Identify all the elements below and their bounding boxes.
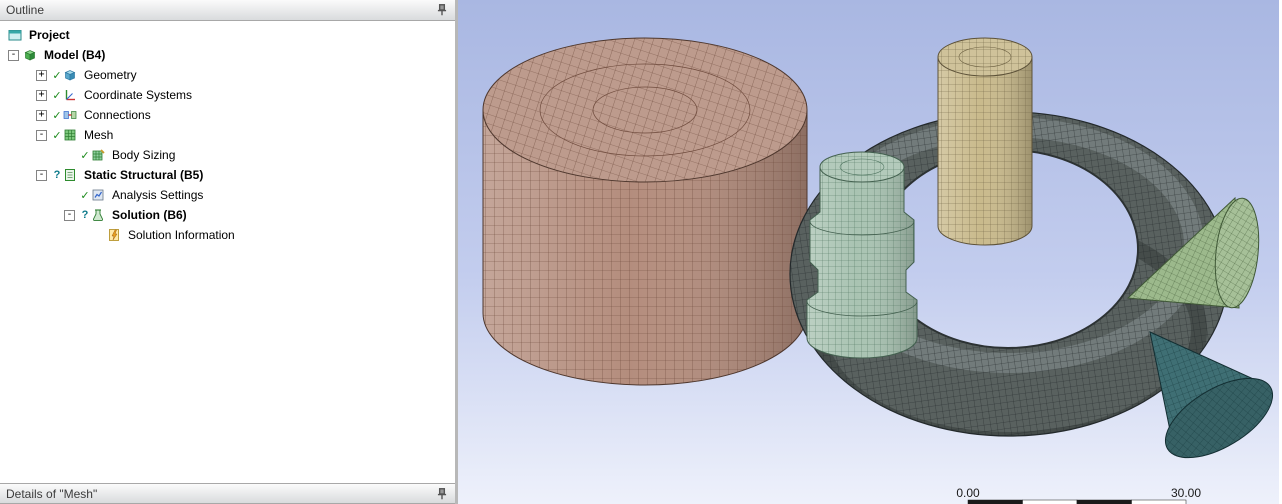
- pin-icon[interactable]: [435, 3, 449, 17]
- meshed-stepped-shaft-body[interactable]: [806, 151, 918, 359]
- tree-item-model[interactable]: - Model (B4): [0, 45, 455, 65]
- tree-item-coordinate-systems[interactable]: + ✓ Coordinate Systems: [0, 85, 455, 105]
- expand-icon[interactable]: +: [36, 109, 47, 121]
- project-icon: [8, 28, 23, 42]
- tree-item-solution[interactable]: - ? Solution (B6): [0, 205, 455, 225]
- coordinate-systems-icon: [63, 88, 78, 102]
- collapse-icon[interactable]: -: [64, 209, 75, 221]
- tree-item-mesh[interactable]: - ✓ Mesh: [0, 125, 455, 145]
- ruler-bar: [967, 499, 1187, 504]
- check-icon: ✓: [52, 89, 62, 102]
- geometry-icon: [63, 68, 78, 82]
- check-icon: ✓: [52, 109, 62, 122]
- collapse-icon[interactable]: -: [36, 169, 47, 181]
- check-icon: ✓: [52, 69, 62, 82]
- geometry-viewport[interactable]: 0.00 30.00: [458, 0, 1282, 504]
- mesh-icon: [63, 128, 78, 142]
- tree-item-static-structural[interactable]: - ? Static Structural (B5): [0, 165, 455, 185]
- connections-icon: [63, 108, 78, 122]
- tree-item-connections[interactable]: + ✓ Connections: [0, 105, 455, 125]
- pin-icon[interactable]: [435, 487, 449, 501]
- solution-icon: [91, 208, 106, 222]
- collapse-icon[interactable]: -: [8, 49, 19, 61]
- body-sizing-icon: [91, 148, 106, 162]
- ruler-start-label: 0.00: [956, 486, 980, 500]
- outline-panel-header: Outline: [0, 0, 455, 21]
- solution-information-icon: [107, 228, 122, 242]
- tree-item-project[interactable]: Project: [0, 25, 455, 45]
- large-meshed-cylinder-body[interactable]: [482, 37, 808, 386]
- static-structural-icon: [63, 168, 78, 182]
- question-icon: ?: [81, 209, 89, 221]
- small-meshed-cylinder-body[interactable]: [937, 37, 1033, 246]
- ruler-end-label: 30.00: [1171, 486, 1201, 500]
- check-icon: ✓: [80, 149, 90, 162]
- tree-item-solution-information[interactable]: Solution Information: [0, 225, 455, 245]
- viewport-3d-scene[interactable]: 0.00 30.00: [458, 0, 1279, 504]
- details-panel-header: Details of "Mesh": [0, 483, 455, 504]
- collapse-icon[interactable]: -: [36, 129, 47, 141]
- model-icon: [23, 48, 38, 62]
- check-icon: ✓: [52, 129, 62, 142]
- outline-tree: Project - Model (B4) + ✓ Geometry + ✓ Co…: [0, 21, 455, 483]
- tree-item-geometry[interactable]: + ✓ Geometry: [0, 65, 455, 85]
- tree-item-analysis-settings[interactable]: ✓ Analysis Settings: [0, 185, 455, 205]
- question-icon: ?: [53, 169, 61, 181]
- expand-icon[interactable]: +: [36, 69, 47, 81]
- outline-title: Outline: [6, 3, 45, 17]
- expand-icon[interactable]: +: [36, 89, 47, 101]
- check-icon: ✓: [80, 189, 90, 202]
- outline-panel: Outline Project - Model (B4) + ✓ Geometr…: [0, 0, 458, 504]
- analysis-settings-icon: [91, 188, 106, 202]
- tree-item-body-sizing[interactable]: ✓ Body Sizing: [0, 145, 455, 165]
- details-title: Details of "Mesh": [6, 486, 98, 501]
